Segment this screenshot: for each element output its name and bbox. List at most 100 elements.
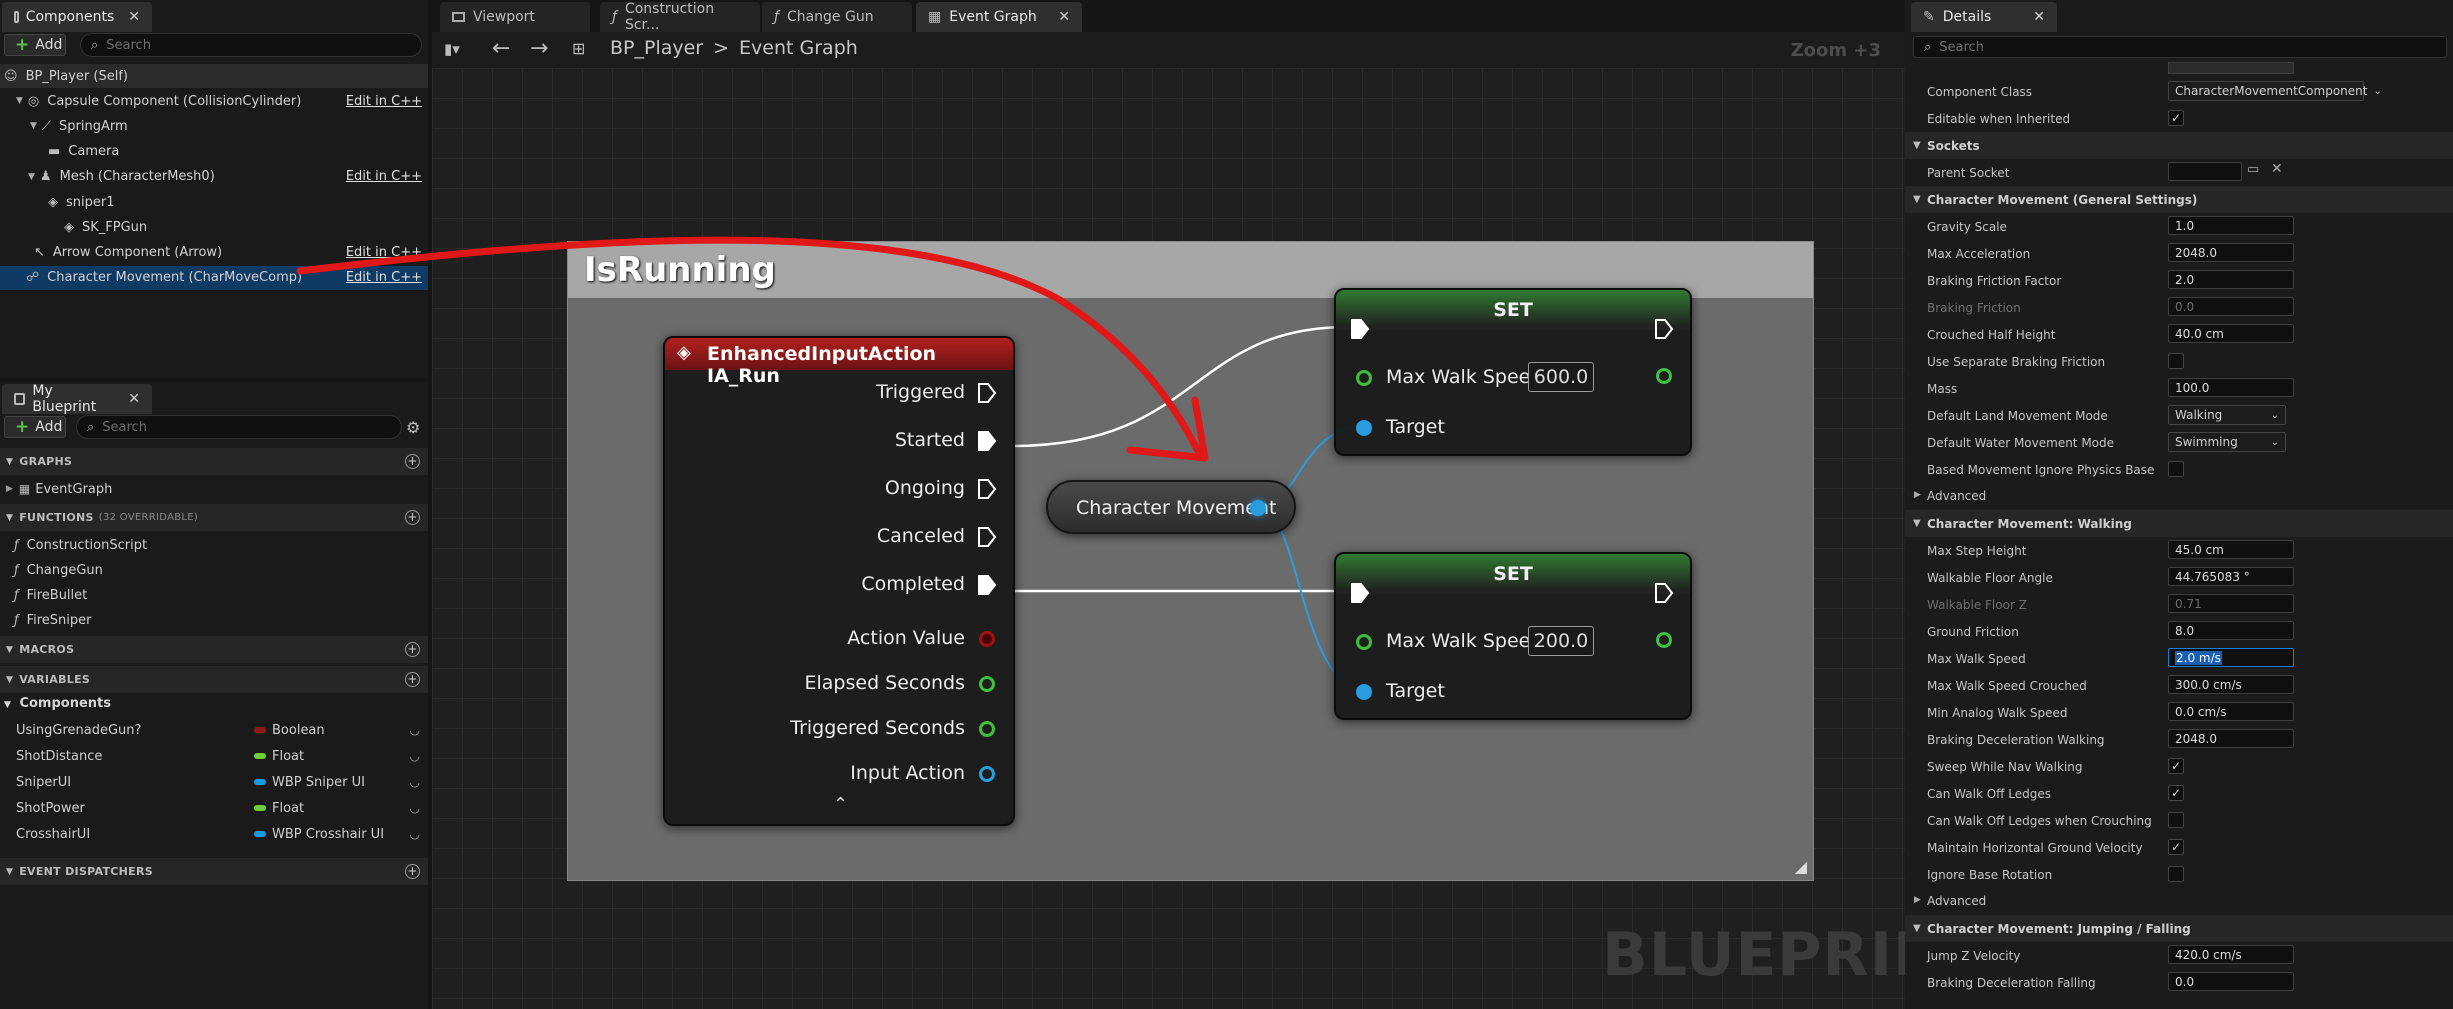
close-icon[interactable]: ✕	[114, 391, 140, 407]
details-property-checkbox[interactable]: ✓	[2168, 110, 2184, 126]
collapse-icon[interactable]: ▼	[28, 172, 35, 182]
tab-viewport[interactable]: Viewport	[440, 2, 590, 32]
details-search[interactable]: ⌕	[1913, 36, 2447, 58]
component-tree-item[interactable]: ◈ sniper1	[0, 190, 428, 214]
details-property-value[interactable]: 300.0 cm/s	[2168, 675, 2294, 694]
visibility-eye-icon[interactable]: ◡	[410, 723, 420, 737]
component-tree-item[interactable]: ◈ SK_FPGun	[0, 215, 428, 239]
add-macro-icon[interactable]: +	[405, 642, 420, 657]
details-property-checkbox[interactable]: ✓	[2168, 839, 2184, 855]
toggle-icon[interactable]: ▮▾	[444, 40, 460, 58]
exec-pin-icon[interactable]	[977, 478, 997, 500]
browse-icon[interactable]: ▭	[2247, 162, 2259, 177]
close-icon[interactable]: ✕	[2019, 9, 2045, 25]
set-node-max-walk-speed[interactable]: SET Max Walk Speed 600.0 Target	[1334, 288, 1692, 456]
visibility-eye-icon[interactable]: ◡	[410, 775, 420, 789]
data-pin-icon[interactable]	[979, 676, 995, 692]
data-pin-icon[interactable]	[979, 721, 995, 737]
variables-section-header[interactable]: ▼ VARIABLES +	[0, 666, 428, 693]
max-walk-speed-value-input[interactable]: 600.0	[1528, 362, 1594, 392]
component-tree-item[interactable]: ▼ ⟋ SpringArm	[0, 114, 428, 138]
function-item[interactable]: ƒ FireSniper	[14, 609, 91, 631]
component-tree-item[interactable]: ↖ Arrow Component (Arrow) Edit in C++	[0, 240, 428, 264]
details-section-header[interactable]: ▼ Character Movement (General Settings)	[1905, 186, 2453, 213]
dispatchers-section-header[interactable]: ▼ EVENT DISPATCHERS +	[0, 858, 428, 885]
event-graph-canvas[interactable]: IsRunning ◢ BLUEPRINT	[432, 68, 1985, 1009]
add-variable-icon[interactable]: +	[405, 672, 420, 687]
function-item[interactable]: ƒ FireBullet	[14, 584, 87, 606]
close-icon[interactable]: ✕	[114, 9, 140, 25]
details-property-value[interactable]: 0.0 cm/s	[2168, 702, 2294, 721]
details-section-header[interactable]: ▼ Character Movement: Jumping / Falling	[1905, 915, 2453, 942]
data-pin-icon[interactable]	[979, 631, 995, 647]
details-property-dropdown[interactable]: Walking ⌄	[2168, 405, 2286, 425]
forward-arrow-icon[interactable]: →	[530, 36, 548, 61]
tab-event-graph[interactable]: ▦ Event Graph ✕	[916, 2, 1082, 32]
details-property-checkbox[interactable]: ✓	[2168, 785, 2184, 801]
details-property-checkbox[interactable]	[2168, 353, 2184, 369]
parent-socket-field[interactable]	[2168, 162, 2242, 181]
resize-handle-icon[interactable]: ◢	[1795, 857, 1807, 876]
add-component-button[interactable]: + Add	[4, 34, 66, 56]
details-property-value[interactable]: 44.765083 °	[2168, 567, 2294, 586]
components-search[interactable]: ⌕	[80, 33, 422, 57]
exec-pin-icon[interactable]	[977, 526, 997, 548]
exec-pin-icon[interactable]	[977, 430, 997, 452]
edit-in-cpp-link[interactable]: Edit in C++	[346, 270, 422, 285]
back-arrow-icon[interactable]: ←	[492, 36, 510, 61]
target-input-pin[interactable]	[1356, 420, 1372, 436]
exec-pin-icon[interactable]	[977, 382, 997, 404]
function-item[interactable]: ƒ ChangeGun	[14, 559, 103, 581]
clear-icon[interactable]: ✕	[2271, 161, 2283, 177]
max-walk-speed-value-input[interactable]: 200.0	[1528, 626, 1594, 656]
component-tree-item[interactable]: ▬ Camera	[0, 140, 428, 164]
component-tree-item[interactable]: ☍ Character Movement (CharMoveComp) Edit i…	[0, 265, 428, 290]
macros-section-header[interactable]: ▼ MACROS +	[0, 636, 428, 663]
edit-in-cpp-link[interactable]: Edit in C++	[346, 245, 422, 260]
functions-section-header[interactable]: ▼ FUNCTIONS (32 OVERRIDABLE) +	[0, 504, 428, 531]
details-advanced-toggle[interactable]: ▶ Advanced	[1905, 483, 2453, 508]
component-tree-item[interactable]: ▼ ♟ Mesh (CharacterMesh0) Edit in C++	[0, 165, 428, 189]
exec-in-pin-icon[interactable]	[1350, 582, 1370, 604]
details-property-value[interactable]: 45.0 cm	[2168, 540, 2294, 559]
edit-in-cpp-link[interactable]: Edit in C++	[346, 169, 422, 184]
close-icon[interactable]: ✕	[1044, 9, 1070, 25]
add-blueprint-button[interactable]: + Add	[4, 416, 66, 438]
component-tree-item[interactable]: ▼ ◎ Capsule Component (CollisionCylinder) E…	[0, 89, 428, 113]
character-movement-node[interactable]: Character Movement	[1046, 480, 1296, 534]
set-node-max-walk-speed[interactable]: SET Max Walk Speed 200.0 Target	[1334, 552, 1692, 720]
add-graph-icon[interactable]: +	[405, 454, 420, 469]
details-property-dropdown[interactable]: Swimming ⌄	[2168, 432, 2286, 452]
character-movement-output-pin[interactable]	[1250, 500, 1266, 516]
exec-out-pin-icon[interactable]	[1654, 582, 1674, 604]
collapse-icon[interactable]: ▼	[16, 96, 23, 106]
variable-type[interactable]: Float	[254, 749, 304, 764]
variable-type[interactable]: WBP Crosshair UI	[254, 827, 384, 842]
data-pin-icon[interactable]	[979, 766, 995, 782]
details-property-checkbox[interactable]: ✓	[2168, 758, 2184, 774]
components-search-input[interactable]	[106, 37, 411, 53]
tab-components[interactable]: Components ✕	[2, 2, 152, 32]
tab-my-blueprint[interactable]: My Blueprint ✕	[2, 383, 152, 415]
gear-icon[interactable]: ⚙	[406, 418, 420, 437]
edit-in-cpp-link[interactable]: Edit in C++	[346, 94, 422, 109]
variable-item[interactable]: UsingGrenadeGun? Boolean ◡	[0, 717, 428, 743]
tab-details[interactable]: ✎ Details ✕	[1911, 2, 2057, 32]
collapse-chevron-icon[interactable]: ⌃	[833, 794, 848, 815]
set-node-header[interactable]: SET	[1336, 554, 1690, 594]
tab-construction-script[interactable]: ƒ Construction Scr...	[600, 1, 760, 33]
visibility-eye-icon[interactable]: ◡	[410, 827, 420, 841]
blueprint-search[interactable]: ⌕	[76, 415, 402, 439]
variable-item[interactable]: ShotPower Float ◡	[0, 795, 428, 821]
variable-item[interactable]: CrosshairUI WBP Crosshair UI ◡	[0, 821, 428, 847]
max-walk-speed-input-pin[interactable]	[1356, 634, 1372, 650]
graph-item-eventgraph[interactable]: ▶ ▦ EventGraph	[6, 478, 112, 500]
details-property-value[interactable]: 2.0 m/s	[2168, 648, 2294, 667]
details-property-value[interactable]: 8.0	[2168, 621, 2294, 640]
component-tree-item[interactable]: ☺ BP_Player (Self)	[0, 64, 428, 88]
tab-change-gun[interactable]: ƒ Change Gun	[762, 2, 912, 32]
details-property-value[interactable]: 420.0 cm/s	[2168, 945, 2294, 964]
details-property-value[interactable]: 2.0	[2168, 270, 2294, 289]
details-advanced-toggle[interactable]: ▶ Advanced	[1905, 888, 2453, 913]
max-walk-speed-output-pin[interactable]	[1656, 632, 1672, 648]
